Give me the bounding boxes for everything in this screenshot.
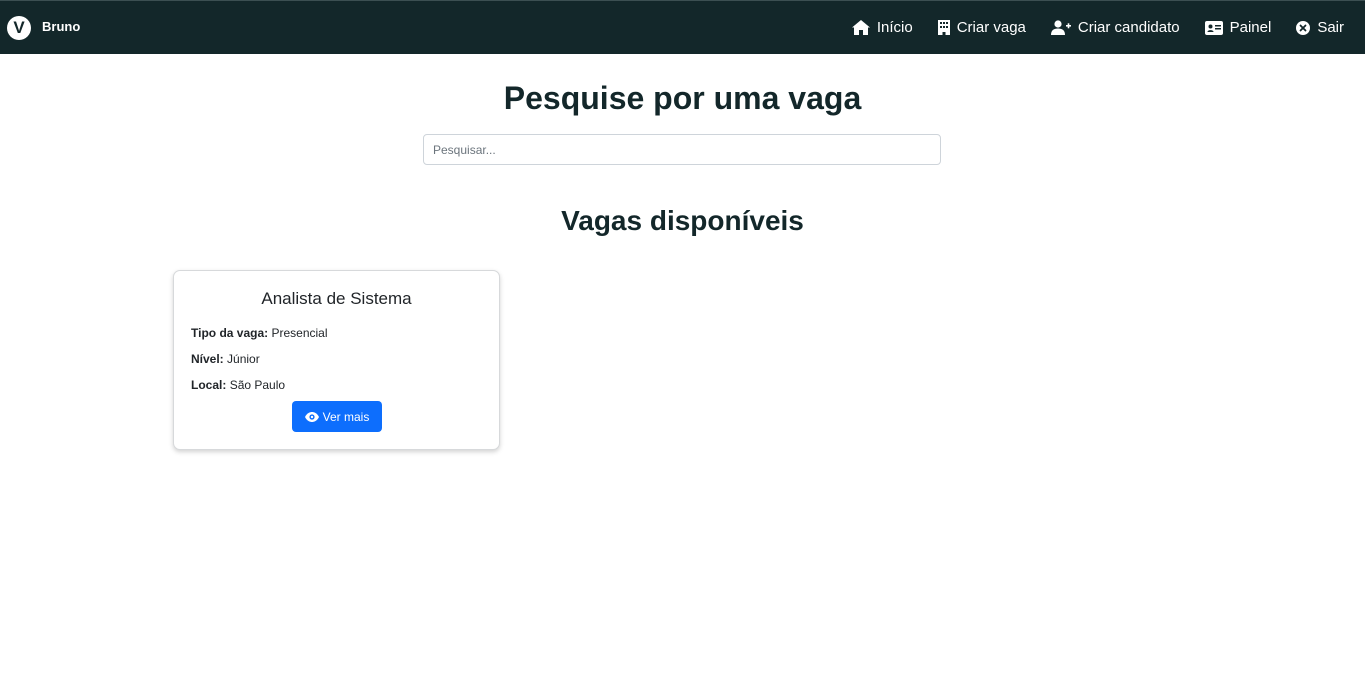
brand-logo: V bbox=[7, 15, 31, 40]
job-location-value: São Paulo bbox=[229, 378, 286, 392]
brand[interactable]: V Bruno bbox=[0, 1, 80, 54]
ver-mais-button[interactable]: Ver mais bbox=[292, 401, 382, 432]
job-card: Analista de Sistema Tipo da vaga: Presen… bbox=[173, 270, 500, 450]
job-location-label: Local: bbox=[191, 378, 227, 392]
job-title: Analista de Sistema bbox=[261, 289, 412, 308]
section-title: Vagas disponíveis bbox=[561, 205, 804, 236]
nav-item-criar-vaga[interactable]: Criar vaga bbox=[937, 1, 1026, 54]
search-input[interactable] bbox=[423, 134, 941, 165]
top-navbar: V Bruno Início Criar vaga Criar candidat… bbox=[0, 0, 1365, 54]
job-type-value: Presencial bbox=[271, 326, 328, 340]
ver-mais-label: Ver mais bbox=[322, 409, 370, 424]
circle-x-icon bbox=[1296, 20, 1311, 35]
job-location: Local: São Paulo bbox=[191, 377, 285, 393]
nav-item-painel[interactable]: Painel bbox=[1204, 1, 1272, 54]
job-level-label: Nível: bbox=[191, 352, 224, 366]
nav-label-painel: Painel bbox=[1229, 19, 1272, 36]
nav-item-sair[interactable]: Sair bbox=[1296, 1, 1344, 54]
brand-name: Bruno bbox=[42, 19, 81, 34]
job-type-label: Tipo da vaga: bbox=[191, 326, 269, 340]
nav-menu: Início Criar vaga Criar candidato Painel… bbox=[851, 1, 1365, 54]
user-plus-icon bbox=[1050, 20, 1071, 35]
job-level-value: Júnior bbox=[227, 352, 260, 366]
nav-label-criar-candidato: Criar candidato bbox=[1077, 19, 1180, 36]
nav-item-inicio[interactable]: Início bbox=[851, 1, 913, 54]
nav-item-criar-candidato[interactable]: Criar candidato bbox=[1050, 1, 1180, 54]
id-card-icon bbox=[1204, 20, 1223, 35]
page-title: Pesquise por uma vaga bbox=[503, 80, 862, 116]
nav-label-criar-vaga: Criar vaga bbox=[956, 19, 1026, 36]
job-level: Nível: Júnior bbox=[191, 351, 260, 367]
nav-label-inicio: Início bbox=[876, 19, 913, 36]
building-icon bbox=[937, 20, 950, 35]
home-icon bbox=[851, 20, 870, 35]
eye-icon bbox=[304, 411, 319, 422]
job-type: Tipo da vaga: Presencial bbox=[191, 325, 328, 341]
nav-label-sair: Sair bbox=[1317, 19, 1344, 36]
